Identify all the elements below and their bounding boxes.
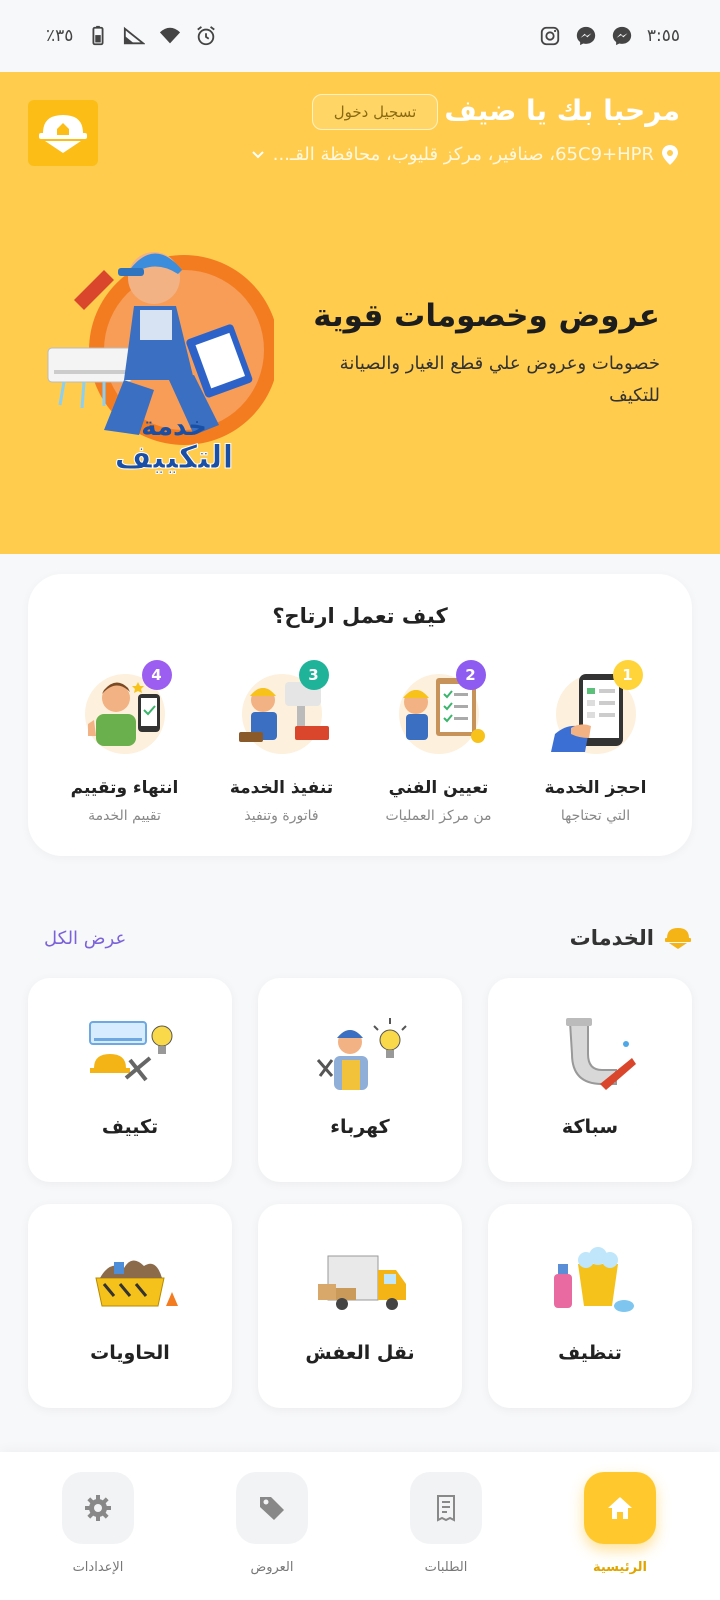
nav-home[interactable]: الرئيسية <box>570 1472 670 1575</box>
step-3: 3 تنفيذ الخدمة فاتورة وتنفيذ <box>207 660 357 824</box>
service-tile-containers[interactable]: الحاويات <box>28 1204 232 1408</box>
nav-label: العروض <box>250 1560 294 1575</box>
step-desc: فاتورة وتنفيذ <box>244 808 319 824</box>
signal-icon <box>124 26 146 45</box>
steps-row: 1 احجز الخدمة التي تحتاجها 2 تعيين الفني… <box>28 660 692 824</box>
plumbing-icon <box>566 1018 636 1090</box>
step-2: 2 تعيين الفني من مركز العمليات <box>364 660 514 824</box>
app-logo[interactable] <box>28 100 98 166</box>
how-it-works-title: كيف تعمل ارتاح؟ <box>272 604 448 628</box>
service-tile-moving[interactable]: نقل العفش <box>258 1204 462 1408</box>
step-desc: التي تحتاجها <box>560 808 631 824</box>
step-badge-4: 4 <box>141 660 172 690</box>
battery-percent: ٪٣٥ <box>46 26 74 46</box>
login-button[interactable]: تسجيل دخول <box>312 94 438 130</box>
nav-label: الإعدادات <box>72 1560 124 1575</box>
phone-booking-icon: 1 <box>541 660 651 754</box>
nav-label: الطلبات <box>424 1560 468 1575</box>
service-tile-ac[interactable]: تكييف <box>28 978 232 1182</box>
alarm-icon <box>197 26 216 46</box>
status-left: ٪٣٥ <box>46 25 217 47</box>
step-badge-2: 2 <box>455 660 486 690</box>
location-selector[interactable]: 65C9+HPR، صنافير، مركز قليوب، محافظة الق… <box>251 144 678 165</box>
status-right: ٣:٥٥ <box>539 25 680 47</box>
service-execution-icon: 3 <box>227 660 337 754</box>
step-1: 1 احجز الخدمة التي تحتاجها <box>521 660 671 824</box>
how-it-works-card: كيف تعمل ارتاح؟ 1 احجز الخدمة التي تحتاج… <box>28 574 692 856</box>
messenger-icon <box>576 26 596 46</box>
nav-settings[interactable]: الإعدادات <box>48 1472 148 1575</box>
messenger-icon-2 <box>612 26 632 46</box>
chevron-down-icon <box>252 150 264 158</box>
bottom-navigation: الرئيسية الطلبات العروض الإعدادات <box>0 1452 720 1600</box>
greeting-text: مرحبا بك يا ضيف <box>444 94 680 127</box>
tag-icon <box>260 1497 284 1520</box>
services-title: الخدمات <box>569 926 654 950</box>
step-title: تنفيذ الخدمة <box>229 778 334 798</box>
step-desc: من مركز العمليات <box>385 808 492 824</box>
technician-assign-icon: 2 <box>384 660 494 754</box>
service-label: الحاويات <box>90 1342 170 1364</box>
orders-icon <box>437 1495 455 1522</box>
helmet-logo-icon <box>39 115 87 153</box>
nav-settings-button[interactable] <box>62 1472 134 1544</box>
electrician-icon <box>316 1018 407 1090</box>
location-pin-icon <box>662 144 678 165</box>
step-desc: تقييم الخدمة <box>88 808 161 824</box>
promo-header: مرحبا بك يا ضيف 👋 تسجيل دخول 65C9+HPR، ص… <box>0 72 720 554</box>
nav-label: الرئيسية <box>592 1560 648 1575</box>
nav-orders-button[interactable] <box>410 1472 482 1544</box>
step-badge-3: 3 <box>298 660 329 690</box>
nav-home-button[interactable] <box>584 1472 656 1544</box>
dumpster-icon <box>95 1260 178 1307</box>
location-text: 65C9+HPR، صنافير، مركز قليوب، محافظة الق… <box>272 144 654 165</box>
instagram-icon <box>540 26 560 46</box>
home-icon <box>608 1497 632 1519</box>
nav-orders[interactable]: الطلبات <box>396 1472 496 1575</box>
promo-title: عروض وخصومات قوية <box>313 298 660 334</box>
service-label: نقل العفش <box>305 1342 415 1364</box>
service-tile-electricity[interactable]: كهرباء <box>258 978 462 1182</box>
greeting: مرحبا بك يا ضيف 👋 <box>400 94 680 127</box>
nav-offers[interactable]: العروض <box>222 1472 322 1575</box>
service-tile-plumbing[interactable]: سباكة <box>488 978 692 1182</box>
moving-truck-icon <box>318 1255 406 1310</box>
ac-service-illustration: خدمة التكييف <box>44 230 279 480</box>
step-title: انتهاء وتقييم <box>70 778 179 798</box>
battery-icon <box>92 25 104 46</box>
step-title: تعيين الفني <box>388 778 489 798</box>
service-tile-cleaning[interactable]: تنظيف <box>488 1204 692 1408</box>
cleaning-icon <box>554 1247 634 1312</box>
promo-subtitle: خصومات وعروض علي قطع الغيار والصيانة للت… <box>339 353 660 406</box>
hero-text-2: التكييف <box>115 438 234 476</box>
clock: ٣:٥٥ <box>646 26 680 46</box>
wifi-icon <box>160 27 181 44</box>
gear-icon <box>85 1495 111 1521</box>
step-title: احجز الخدمة <box>544 778 647 798</box>
service-label: تنظيف <box>558 1342 622 1364</box>
service-label: كهرباء <box>330 1116 390 1138</box>
step-4: 4 انتهاء وتقييم تقييم الخدمة <box>50 660 200 824</box>
status-bar: ٪٣٥ ٣:٥٥ <box>0 0 720 72</box>
services-title-group: الخدمات <box>570 926 692 950</box>
nav-offers-button[interactable] <box>236 1472 308 1544</box>
service-label: سباكة <box>561 1116 619 1138</box>
step-badge-1: 1 <box>612 660 643 690</box>
ac-icon <box>89 1021 173 1082</box>
rating-thumbs-up-icon: 4 <box>70 660 180 754</box>
view-all-link[interactable]: عرض الكل <box>44 928 126 949</box>
helmet-icon <box>665 928 691 949</box>
service-label: تكييف <box>101 1116 159 1138</box>
services-header: عرض الكل الخدمات <box>44 918 692 958</box>
